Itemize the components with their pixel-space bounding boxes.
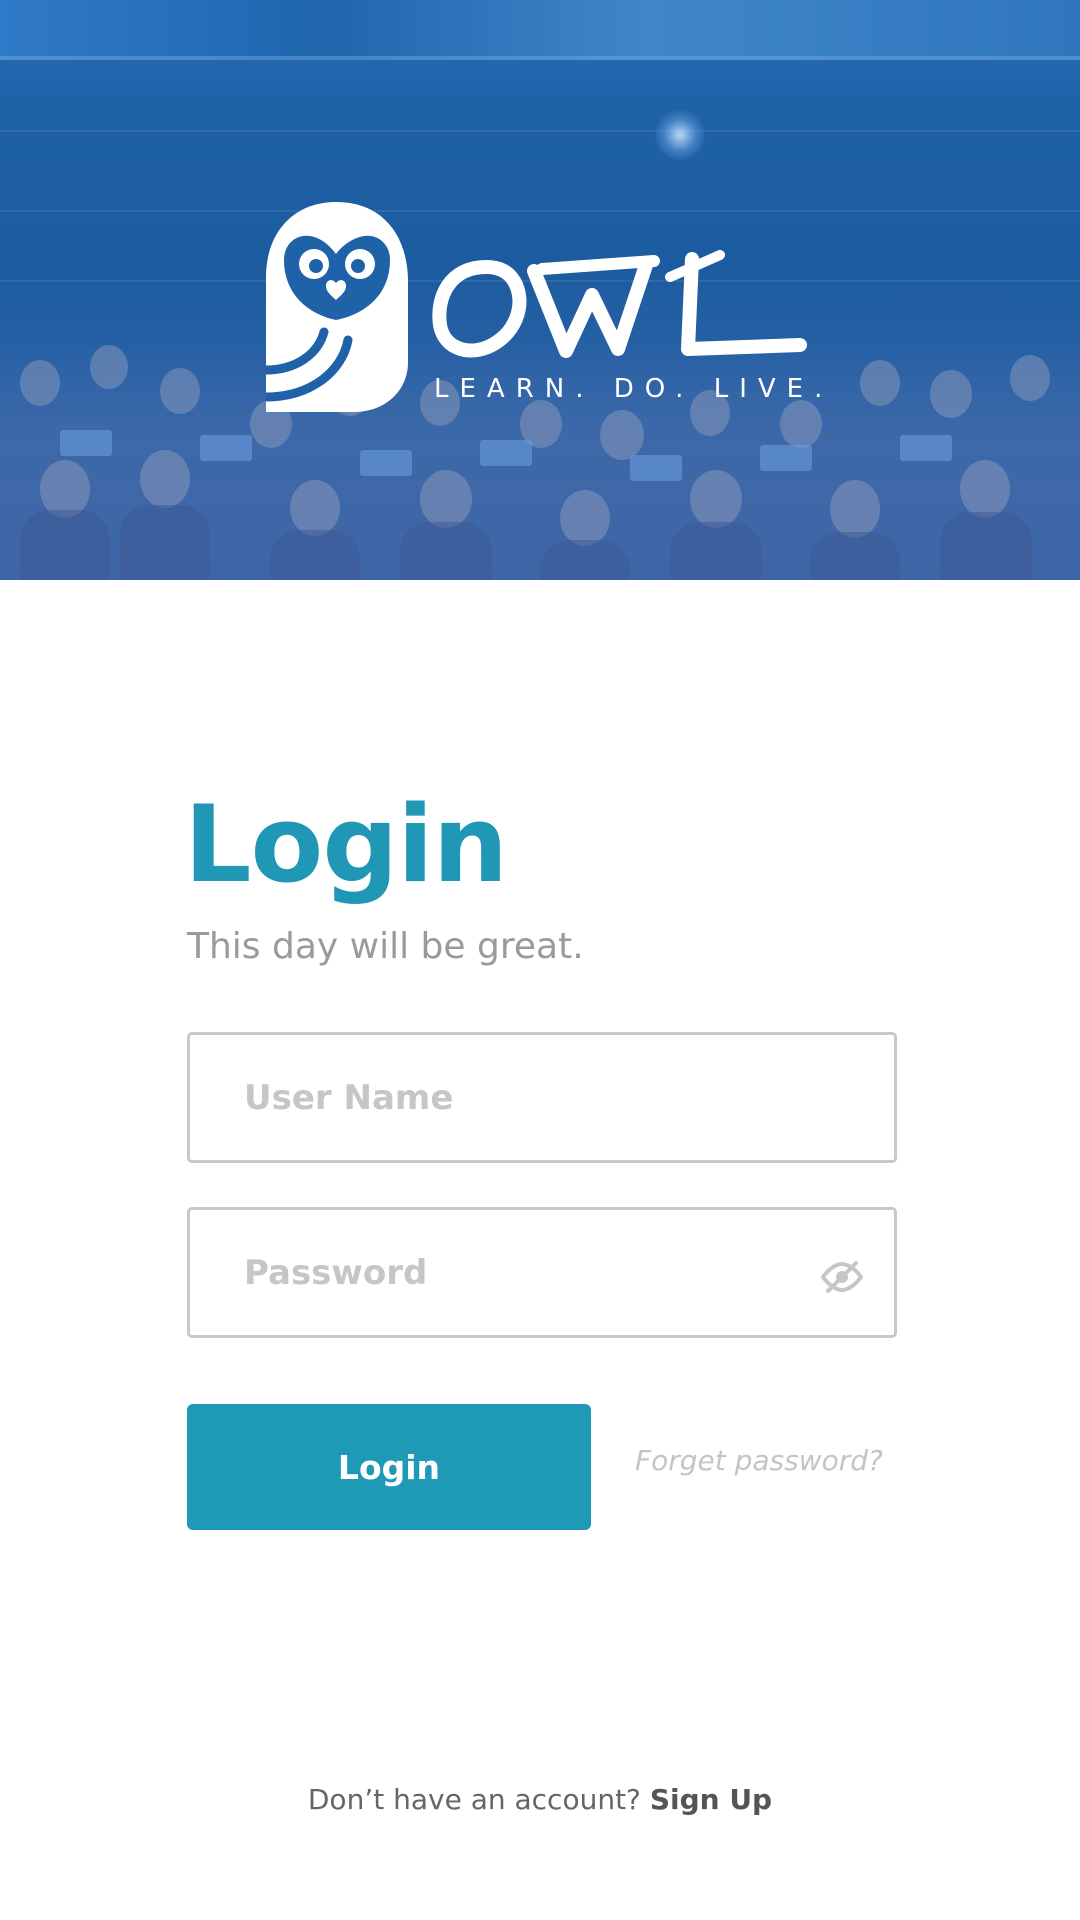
login-button[interactable]: Login [187,1404,591,1530]
hero-ceiling [0,0,1080,60]
owl-logo-icon [266,202,408,412]
signup-prompt-text: Don’t have an account? [307,1783,641,1816]
username-field [187,1032,897,1163]
owl-wordmark [432,250,807,358]
hero-ceiling-light [655,110,705,160]
page-subtitle: This day will be great. [187,926,584,967]
forgot-password-link[interactable]: Forget password? [635,1444,883,1477]
hero-wall-line [0,210,1080,212]
brand-tagline: LEARN. DO. LIVE. [434,374,834,404]
password-field [187,1207,897,1338]
signup-prompt: Don’t have an account? Sign Up [0,1783,1080,1816]
hero-ceiling-line [0,56,1080,60]
page-title: Login [184,783,508,906]
signup-link[interactable]: Sign Up [650,1783,772,1816]
hero-banner: LEARN. DO. LIVE. [0,0,1080,580]
hero-wall-line [0,130,1080,132]
eye-slash-icon[interactable] [820,1260,864,1294]
username-input[interactable] [242,1035,802,1160]
password-input[interactable] [242,1210,802,1335]
